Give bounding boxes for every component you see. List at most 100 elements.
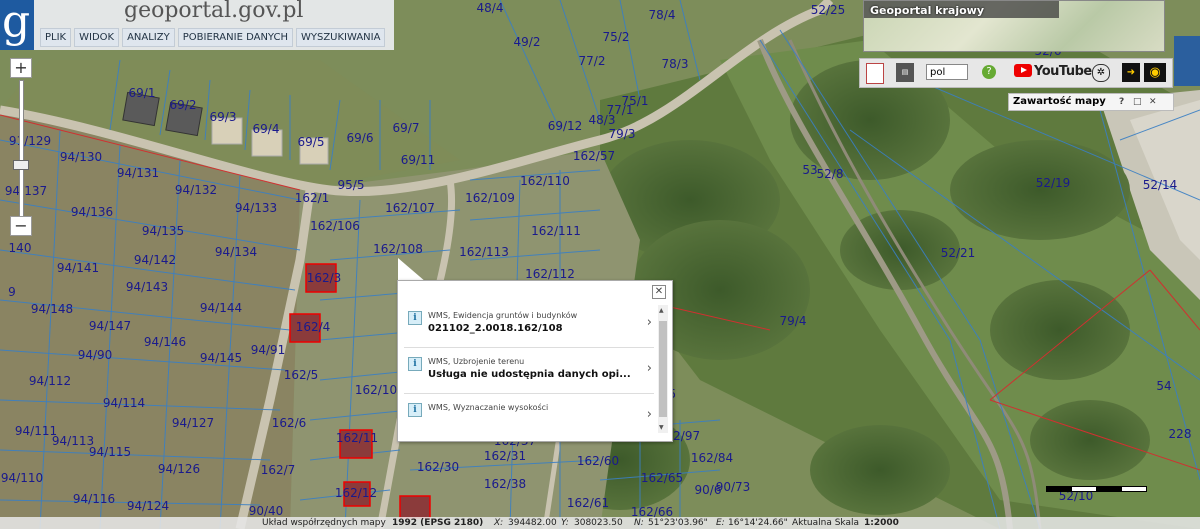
parcel-label: 162/5	[283, 368, 319, 382]
zoom-slider-handle[interactable]	[13, 160, 29, 170]
parcel-label: 69/3	[209, 110, 237, 124]
parcel-label: 75/2	[602, 30, 630, 44]
parcel-label: 94/90	[77, 348, 113, 362]
youtube-link[interactable]: YouTube	[1014, 64, 1092, 79]
menu-analizy[interactable]: ANALIZY	[122, 28, 175, 47]
layers-panel-header[interactable]: Zawartość mapy ? □ ✕	[1008, 93, 1174, 111]
wheel-icon[interactable]: ✲	[1092, 64, 1110, 82]
chevron-right-icon[interactable]: ›	[647, 315, 652, 330]
parcel-label: 162/7	[260, 463, 296, 477]
parcel-label: 162/11	[335, 431, 379, 445]
parcel-label: 52/14	[1142, 178, 1178, 192]
parcel-label: 94/146	[143, 335, 187, 349]
x-label: X:	[494, 518, 504, 528]
crs-label: Układ współrzędnych mapy	[262, 518, 386, 528]
popup-item-egib[interactable]: i WMS, Ewidencja gruntów i budynków 0211…	[404, 303, 654, 348]
scrollbar-thumb[interactable]	[659, 321, 667, 417]
site-title: geoportal.gov.pl	[124, 0, 304, 23]
chevron-right-icon[interactable]: ›	[647, 361, 652, 376]
zoom-slider-track[interactable]	[19, 80, 24, 222]
parcel-label: 162/108	[373, 242, 423, 256]
parcel-label: 54	[1156, 379, 1172, 393]
parcel-label: 162/4	[295, 320, 331, 334]
parcel-label: 94/133	[234, 201, 278, 215]
geoportal-logo[interactable]: g	[0, 0, 34, 50]
info-icon: i	[408, 311, 422, 325]
info-icon: i	[408, 357, 422, 371]
parcel-label: 9	[8, 285, 16, 299]
parcel-label: 94/135	[141, 224, 185, 238]
parcel-label: 162/31	[483, 449, 527, 463]
parcel-label: 77/2	[578, 54, 606, 68]
parcel-label: 69/5	[297, 135, 325, 149]
layers-help-icon[interactable]: ?	[1119, 94, 1124, 110]
parcel-label: 162/61	[566, 496, 610, 510]
parcel-label: 94/114	[102, 396, 146, 410]
parcel-label: 162/6	[271, 416, 307, 430]
contrast-arrow-icon[interactable]: ➜	[1122, 63, 1140, 82]
zoom-in-button[interactable]: +	[10, 58, 32, 78]
parcel-label: 94/131	[116, 166, 160, 180]
sms-icon[interactable]: ▤	[896, 63, 914, 82]
eye-icon[interactable]: ◉	[1144, 63, 1166, 82]
popup-item-wysokosci[interactable]: i WMS, Wyznaczanie wysokości ›	[404, 395, 654, 439]
youtube-label: YouTube	[1034, 64, 1092, 79]
menu-wyszukiwania[interactable]: WYSZUKIWANIA	[295, 28, 386, 47]
popup-pointer	[398, 258, 426, 282]
parcel-label: 94/145	[199, 351, 243, 365]
e-label: E:	[716, 518, 725, 528]
layers-panel-title: Zawartość mapy	[1013, 96, 1106, 107]
parcel-label: 162/65	[640, 471, 684, 485]
scale-label: Aktualna Skala	[792, 518, 859, 528]
scroll-down-icon[interactable]: ▼	[659, 424, 664, 431]
parcel-label: 94/143	[125, 280, 169, 294]
zoom-out-button[interactable]: −	[10, 216, 32, 236]
parcel-label: 53	[802, 163, 818, 177]
scroll-up-icon[interactable]: ▲	[659, 307, 664, 314]
x-value: 394482.00	[508, 518, 557, 528]
side-panel-tab[interactable]	[1174, 36, 1200, 86]
language-select[interactable]: pol	[926, 64, 968, 80]
parcel-label: 94/144	[199, 301, 243, 315]
feature-info-popup: ✕ i WMS, Ewidencja gruntów i budynków 02…	[397, 280, 673, 442]
parcel-label: 162/112	[525, 267, 575, 281]
overview-map[interactable]: Geoportal krajowy	[863, 0, 1165, 52]
n-value: 51°23'03.96"	[648, 518, 708, 528]
layers-close-icon[interactable]: ✕	[1149, 94, 1157, 110]
overview-title: Geoportal krajowy	[870, 4, 985, 17]
parcel-label: 94/111	[14, 424, 58, 438]
legend-icon[interactable]	[866, 63, 884, 84]
parcel-label: 94/126	[157, 462, 201, 476]
parcel-label: 94/124	[126, 499, 170, 513]
parcel-label: 69/1	[128, 86, 156, 100]
parcel-label: 94/142	[133, 253, 177, 267]
parcel-label: 52/19	[1035, 176, 1071, 190]
parcel-label: 69/2	[169, 98, 197, 112]
parcel-label: 78/4	[648, 8, 676, 22]
youtube-icon	[1014, 64, 1032, 77]
menu-widok[interactable]: WIDOK	[74, 28, 120, 47]
parcel-label: 94/148	[30, 302, 74, 316]
parcel-label: 79/3	[608, 127, 636, 141]
popup-scrollbar[interactable]: ▲ ▼	[658, 305, 668, 433]
parcel-label: 228	[1168, 427, 1192, 441]
parcel-label: 90/40	[248, 504, 284, 518]
parcel-label: 162/113	[459, 245, 509, 259]
layers-restore-icon[interactable]: □	[1133, 94, 1142, 110]
parcel-label: 69/6	[346, 131, 374, 145]
popup-item-value: Usługa nie udostępnia danych opi...	[428, 369, 631, 380]
popup-item-source: WMS, Wyznaczanie wysokości	[428, 403, 549, 412]
popup-item-uzbrojenie[interactable]: i WMS, Uzbrojenie terenu Usługa nie udos…	[404, 349, 654, 394]
popup-close-button[interactable]: ✕	[652, 285, 666, 299]
menu-pobieranie-danych[interactable]: POBIERANIE DANYCH	[177, 28, 293, 47]
chevron-right-icon[interactable]: ›	[647, 407, 652, 422]
parcel-label: 94/130	[59, 150, 103, 164]
parcel-label: 52/21	[940, 246, 976, 260]
help-icon[interactable]: ?	[982, 65, 996, 79]
parcel-label: 49/2	[513, 35, 541, 49]
menu-plik[interactable]: PLIK	[40, 28, 72, 47]
parcel-label: 162/30	[416, 460, 460, 474]
popup-item-value: 021102_2.0018.162/108	[428, 323, 563, 334]
parcel-label: 162/84	[690, 451, 734, 465]
parcel-label: 69/7	[392, 121, 420, 135]
